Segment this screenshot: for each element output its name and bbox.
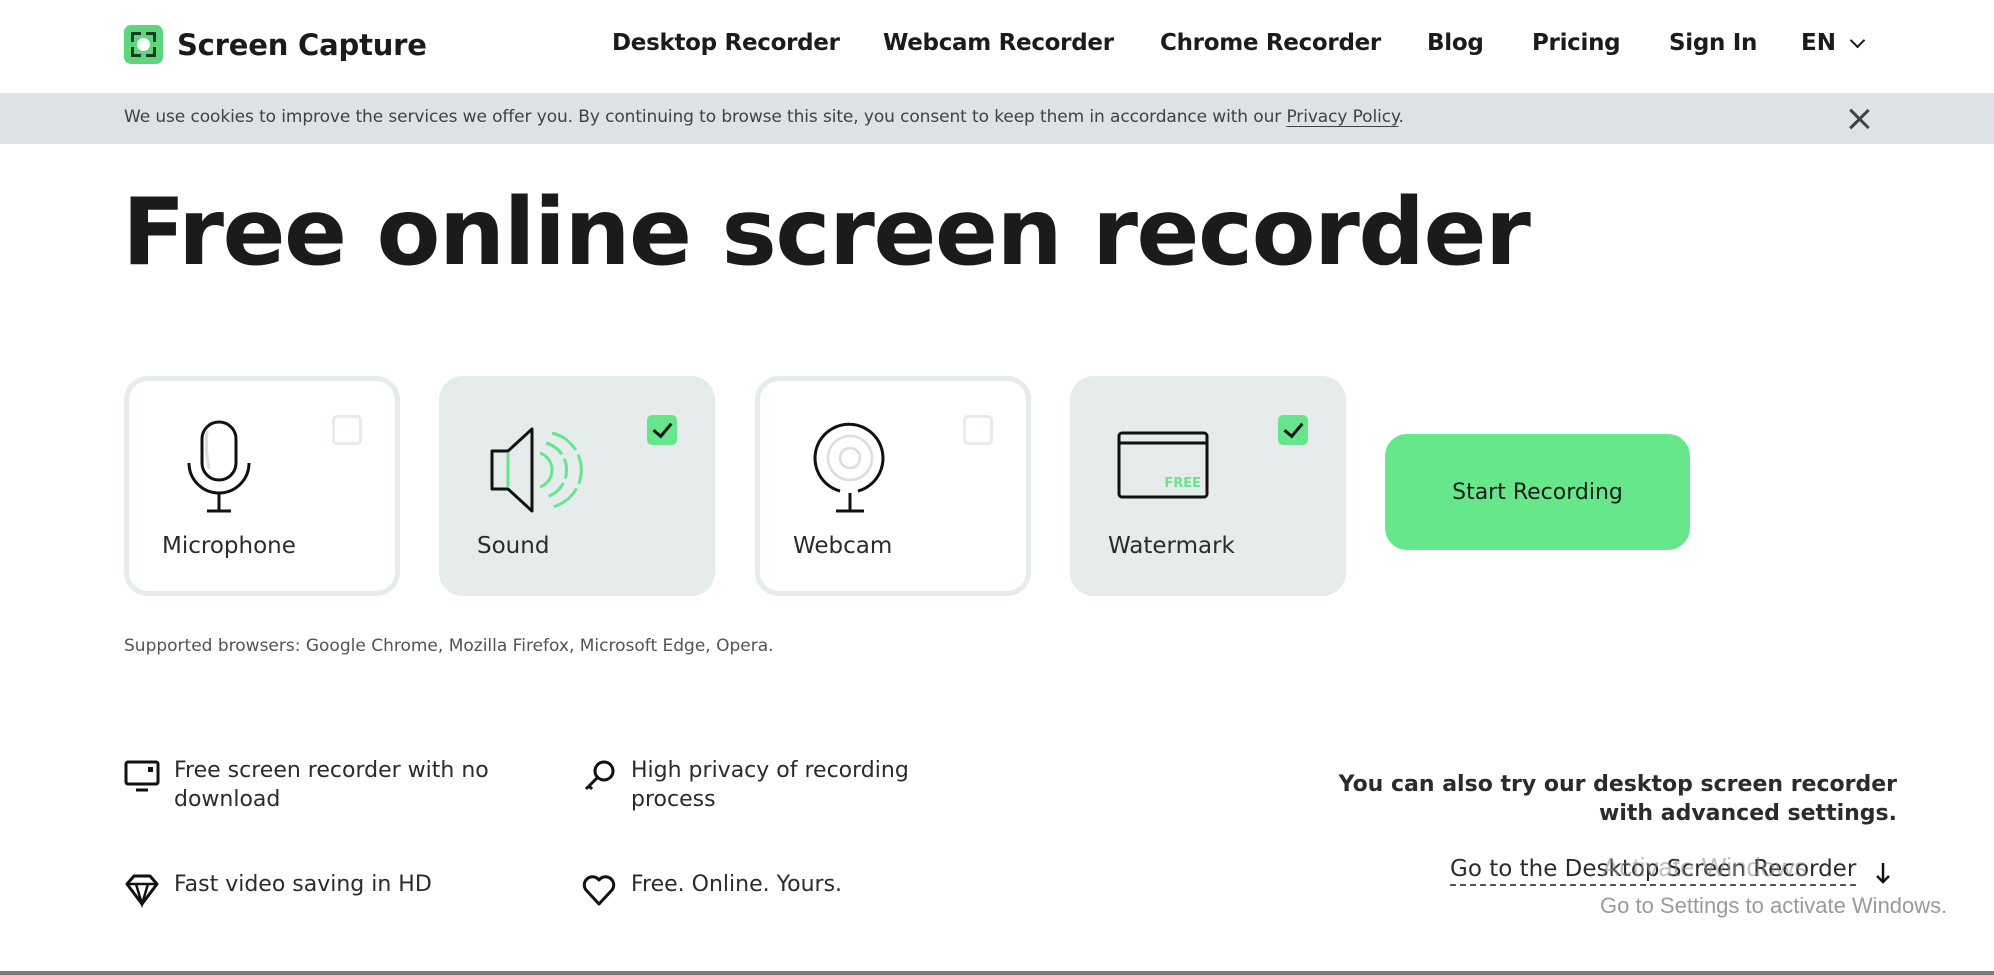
- logo[interactable]: Screen Capture: [124, 25, 427, 64]
- feature-item: Free. Online. Yours.: [581, 870, 961, 908]
- diamond-icon: [125, 874, 159, 908]
- cookie-message: We use cookies to improve the services w…: [124, 107, 1287, 127]
- nav-webcam-recorder[interactable]: Webcam Recorder: [883, 30, 1114, 56]
- sound-checkbox[interactable]: [647, 415, 677, 445]
- logo-text: Screen Capture: [177, 27, 427, 62]
- nav-pricing[interactable]: Pricing: [1532, 30, 1621, 56]
- free-badge: FREE: [1164, 476, 1201, 491]
- monitor-icon: [124, 760, 160, 792]
- start-recording-button[interactable]: Start Recording: [1385, 434, 1690, 550]
- key-icon: [584, 760, 615, 791]
- webcam-icon: [813, 422, 885, 513]
- arrow-down-icon[interactable]: [1876, 861, 1890, 885]
- nav-sign-in[interactable]: Sign In: [1669, 30, 1757, 56]
- watermark-checkbox[interactable]: [1278, 415, 1308, 445]
- language-label: EN: [1801, 30, 1836, 56]
- logo-icon: [124, 25, 163, 64]
- option-webcam[interactable]: Webcam: [755, 376, 1031, 596]
- microphone-checkbox[interactable]: [332, 415, 362, 445]
- speaker-icon: [490, 427, 583, 513]
- option-label: Watermark: [1108, 533, 1235, 559]
- supported-browsers: Supported browsers: Google Chrome, Mozil…: [124, 636, 774, 656]
- watermark-icon: FREE: [1117, 431, 1209, 499]
- cookie-banner: We use cookies to improve the services w…: [0, 93, 1994, 144]
- site-header: Screen Capture Desktop Recorder Webcam R…: [0, 0, 1994, 93]
- promo-line-1: You can also try our desktop screen reco…: [1338, 772, 1897, 797]
- cookie-suffix: .: [1398, 107, 1404, 127]
- nav-blog[interactable]: Blog: [1427, 30, 1484, 56]
- windows-activation-title: Activate Windows: [1602, 852, 1808, 882]
- page-title: Free online screen recorder: [122, 178, 1531, 286]
- microphone-icon: [187, 420, 251, 513]
- feature-text: Fast video saving in HD: [174, 872, 432, 897]
- option-sound[interactable]: Sound: [439, 376, 715, 596]
- feature-text: Free screen recorder with no download: [174, 758, 489, 812]
- option-label: Sound: [477, 533, 550, 559]
- webcam-checkbox[interactable]: [963, 415, 993, 445]
- desktop-promo: You can also try our desktop screen reco…: [1339, 770, 1897, 828]
- feature-item: High privacy of recording process: [581, 756, 961, 814]
- windows-activation-subtitle: Go to Settings to activate Windows.: [1600, 893, 1948, 918]
- cookie-text: We use cookies to improve the services w…: [124, 107, 1404, 127]
- chevron-down-icon: [1849, 32, 1866, 48]
- feature-item: Fast video saving in HD: [124, 870, 544, 908]
- option-label: Webcam: [793, 533, 893, 559]
- heart-icon: [582, 875, 616, 906]
- option-label: Microphone: [162, 533, 296, 559]
- feature-text: Free. Online. Yours.: [631, 872, 843, 897]
- privacy-policy-link[interactable]: Privacy Policy: [1286, 107, 1398, 127]
- horizontal-scrollbar[interactable]: [0, 971, 1994, 975]
- nav-desktop-recorder[interactable]: Desktop Recorder: [612, 30, 840, 56]
- promo-line-2: with advanced settings.: [1599, 801, 1897, 826]
- language-selector[interactable]: EN: [1801, 30, 1866, 56]
- option-microphone[interactable]: Microphone: [124, 376, 400, 596]
- option-watermark[interactable]: FREE Watermark: [1070, 376, 1346, 596]
- close-icon[interactable]: [1847, 107, 1871, 131]
- feature-item: Free screen recorder with no download: [124, 756, 544, 814]
- nav-chrome-recorder[interactable]: Chrome Recorder: [1160, 30, 1381, 56]
- feature-text: High privacy of recording process: [631, 758, 909, 812]
